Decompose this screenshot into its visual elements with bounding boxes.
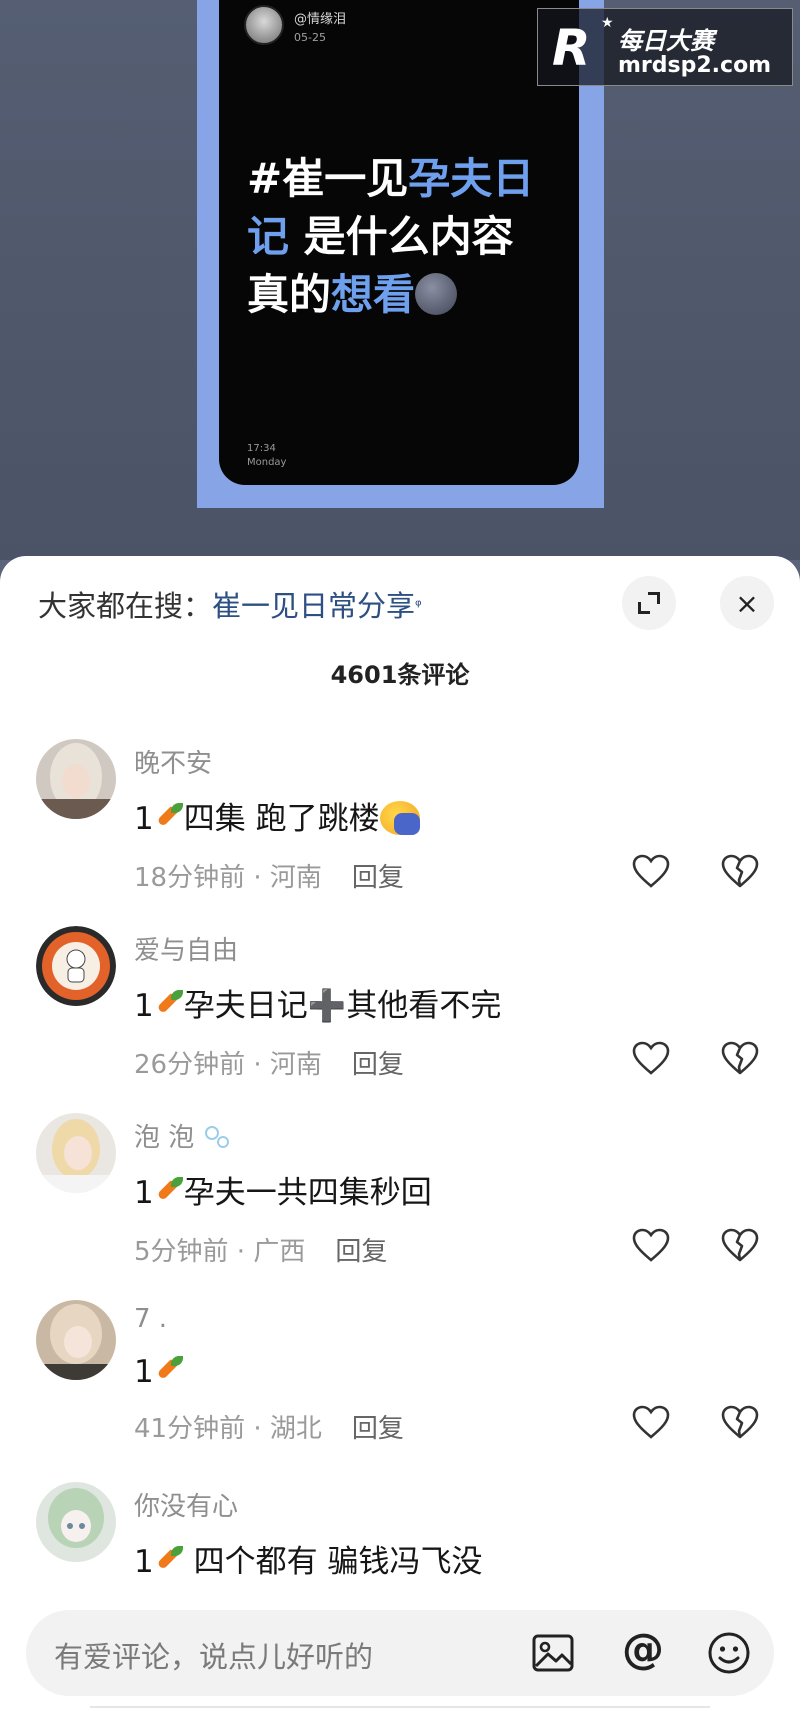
star-icon: ★ <box>601 15 614 31</box>
avatar[interactable] <box>36 739 116 819</box>
avatar[interactable] <box>36 1482 116 1562</box>
carrot-icon <box>154 1177 184 1207</box>
comment-text: 1 孕夫一共四集秒回 <box>134 1175 432 1211</box>
watermark-logo: R <box>552 19 591 77</box>
reply-button[interactable]: 回复 <box>352 1050 404 1080</box>
comment-item: 爱与自由 1 孕夫日记➕其他看不完 26分钟前 · 河南 回复 <box>0 926 800 1106</box>
expand-button[interactable] <box>622 576 676 630</box>
comment-item: 晚不安 1 四集 跑了跳楼 18分钟前 · 河南 回复 <box>0 739 800 919</box>
close-button[interactable]: × <box>720 576 774 630</box>
heart-icon[interactable] <box>631 1404 671 1440</box>
heart-icon[interactable] <box>631 853 671 889</box>
video-username: @情缘泪 <box>294 12 347 27</box>
comment-time-location: 41分钟前 · 湖北 <box>134 1414 322 1444</box>
comment-input-bar[interactable]: 有爱评论，说点儿好听的 @ <box>26 1610 774 1696</box>
comment-text: 1 孕夫日记➕其他看不完 <box>134 988 502 1024</box>
video-screenshot: @情缘泪 05-25 #崔一见孕夫日记 是什么内容 真的想看 17:34 Mon… <box>219 0 579 485</box>
comment-text: 1 四集 跑了跳楼 <box>134 793 420 838</box>
bottom-divider <box>90 1706 710 1714</box>
comment-author[interactable]: 你没有心 <box>134 1486 238 1523</box>
hug-emoji-icon <box>379 801 420 835</box>
comment-author[interactable]: 7 . <box>134 1304 167 1334</box>
carrot-icon <box>154 990 184 1020</box>
comment-count: 4601条评论 <box>330 661 470 689</box>
trending-search-label: 大家都在搜： <box>38 589 213 623</box>
moon-face-icon <box>415 273 458 315</box>
expand-icon <box>638 592 660 614</box>
broken-heart-icon[interactable] <box>720 1227 760 1263</box>
broken-heart-icon[interactable] <box>720 1040 760 1076</box>
search-icon: ᵠ <box>415 596 422 615</box>
comment-author[interactable]: 爱与自由 <box>134 930 238 967</box>
video-headline: #崔一见孕夫日记 是什么内容 真的想看 <box>247 154 535 319</box>
comment-meta: 18分钟前 · 河南 回复 <box>134 857 404 894</box>
comment-input[interactable]: 有爱评论，说点儿好听的 <box>54 1634 373 1676</box>
reply-button[interactable]: 回复 <box>352 1414 404 1444</box>
bubbles-icon <box>203 1124 233 1150</box>
comment-item: 7 . 1 41分钟前 · 湖北 回复 <box>0 1300 800 1480</box>
watermark: R ★ 每日大赛 mrdsp2.com <box>537 8 793 86</box>
video-timestamp: 17:34 Monday <box>247 443 287 468</box>
carrot-icon <box>154 1356 184 1386</box>
emoji-icon[interactable] <box>706 1630 752 1676</box>
comment-time-location: 5分钟前 · 广西 <box>134 1237 306 1267</box>
reply-button[interactable]: 回复 <box>352 863 404 893</box>
trending-search-term[interactable]: 崔一见日常分享 <box>212 589 415 623</box>
comment-sheet: 大家都在搜：崔一见日常分享ᵠ × 4601条评论 晚不安 1 四集 跑了跳楼 18… <box>0 556 800 1718</box>
reply-button[interactable]: 回复 <box>335 1237 387 1267</box>
broken-heart-icon[interactable] <box>720 1404 760 1440</box>
video-date: 05-25 <box>294 31 326 44</box>
broken-heart-icon[interactable] <box>720 853 760 889</box>
video-user-avatar <box>244 5 284 45</box>
comment-author[interactable]: 晚不安 <box>134 743 212 780</box>
video-player[interactable]: @情缘泪 05-25 #崔一见孕夫日记 是什么内容 真的想看 17:34 Mon… <box>0 0 800 560</box>
trending-search[interactable]: 大家都在搜：崔一见日常分享ᵠ <box>38 586 422 626</box>
carrot-icon <box>154 1546 184 1576</box>
comment-author[interactable]: 泡 泡 <box>134 1117 233 1154</box>
image-icon[interactable] <box>530 1630 576 1676</box>
heart-icon[interactable] <box>631 1040 671 1076</box>
comment-item: 泡 泡 1 孕夫一共四集秒回 5分钟前 · 广西 回复 <box>0 1113 800 1293</box>
comment-meta: 26分钟前 · 河南 回复 <box>134 1044 404 1081</box>
comment-text: 1 四个都有 骗钱冯飞没 <box>134 1544 483 1580</box>
comment-meta: 5分钟前 · 广西 回复 <box>134 1231 387 1268</box>
comment-time-location: 18分钟前 · 河南 <box>134 863 322 893</box>
avatar[interactable] <box>36 1300 116 1380</box>
avatar[interactable] <box>36 1113 116 1193</box>
close-icon: × <box>735 586 759 620</box>
watermark-title: 每日大赛 <box>618 27 714 55</box>
heart-icon[interactable] <box>631 1227 671 1263</box>
carrot-icon <box>154 803 184 833</box>
comment-meta: 41分钟前 · 湖北 回复 <box>134 1408 404 1445</box>
plus-icon: ➕ <box>307 988 347 1024</box>
avatar[interactable] <box>36 926 116 1006</box>
comment-time-location: 26分钟前 · 河南 <box>134 1050 322 1080</box>
comment-text: 1 <box>134 1354 184 1390</box>
watermark-url: mrdsp2.com <box>618 53 772 78</box>
mention-icon[interactable]: @ <box>618 1624 668 1673</box>
